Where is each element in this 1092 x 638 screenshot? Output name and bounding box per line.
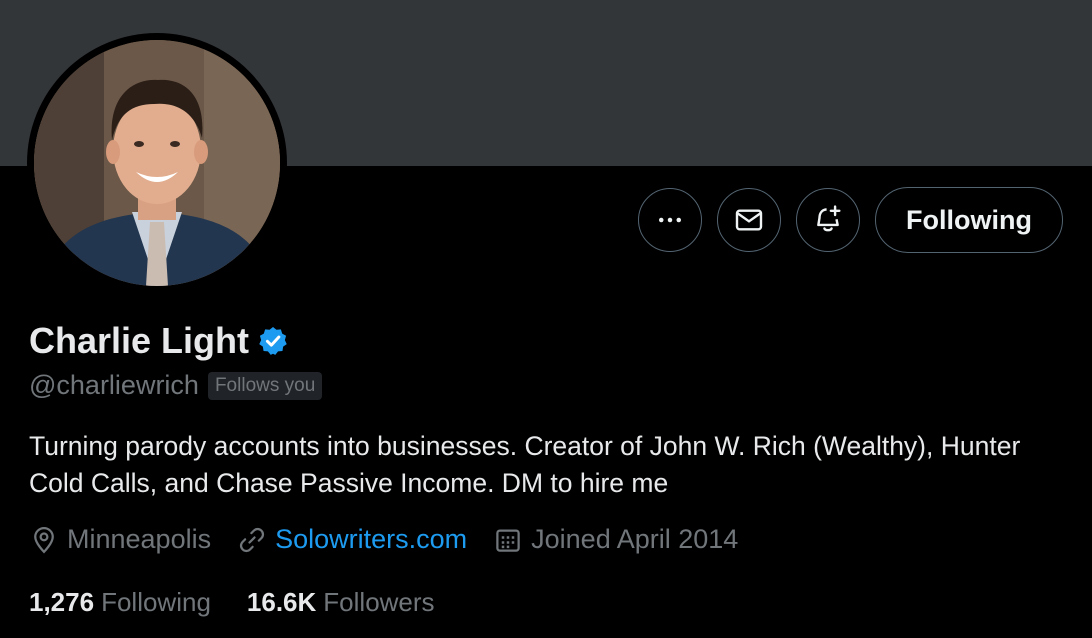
location-text: Minneapolis xyxy=(67,524,212,554)
more-icon xyxy=(659,217,682,223)
avatar-photo xyxy=(34,40,280,286)
following-count: 1,276 xyxy=(29,587,95,617)
joined-text: Joined April 2014 xyxy=(531,524,739,554)
calendar-icon xyxy=(496,529,520,552)
profile-bio: Turning parody accounts into businesses.… xyxy=(29,431,1021,498)
verified-badge-icon[interactable] xyxy=(257,325,289,357)
message-button[interactable] xyxy=(717,188,782,252)
more-options-button[interactable] xyxy=(638,188,703,252)
notifications-button[interactable] xyxy=(796,188,861,252)
profile-actions: Following xyxy=(638,187,1063,253)
username-handle: @charliewrich xyxy=(29,370,199,400)
display-name: Charlie Light xyxy=(29,320,250,361)
followers-count: 16.6K xyxy=(246,587,317,617)
avatar[interactable] xyxy=(34,40,280,286)
followers-stat-link[interactable]: 16.6K Followers xyxy=(247,587,435,618)
followers-label: Followers xyxy=(323,587,435,617)
location-item: Minneapolis xyxy=(29,524,211,555)
follow-stats: 1,276 Following 16.6K Followers xyxy=(29,587,435,618)
bell-plus-icon xyxy=(817,205,841,232)
following-stat-link[interactable]: 1,276 Following xyxy=(29,587,211,618)
name-row: Charlie Light xyxy=(29,320,289,362)
following-button[interactable]: Following xyxy=(875,187,1063,253)
mail-icon xyxy=(735,209,763,231)
avatar-frame xyxy=(27,33,287,293)
joined-item: Joined April 2014 xyxy=(493,524,738,555)
handle-row: @charliewrich Follows you xyxy=(29,370,323,401)
location-pin-icon xyxy=(34,526,54,553)
website-item: Solowriters.com xyxy=(237,524,467,555)
follows-you-badge: Follows you xyxy=(207,371,323,400)
link-icon xyxy=(240,527,265,552)
website-link[interactable]: Solowriters.com xyxy=(275,524,467,555)
profile-meta: Minneapolis Solowriters.com Joined April… xyxy=(29,524,738,555)
following-label: Following xyxy=(101,587,211,617)
